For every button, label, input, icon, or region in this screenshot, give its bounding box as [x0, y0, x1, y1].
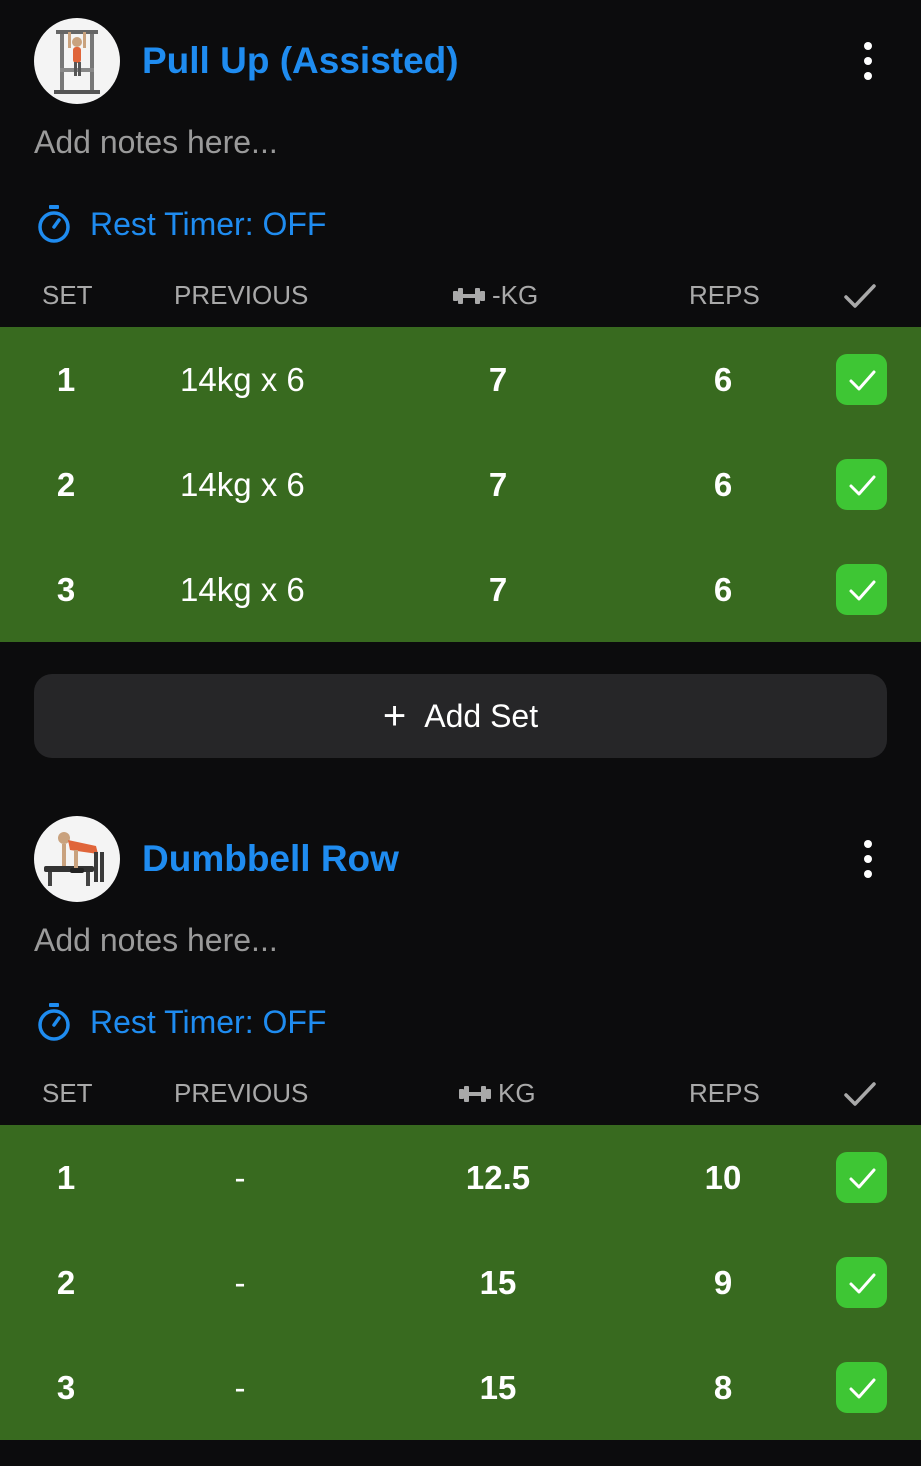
set-row: 3 14kg x 6 7 6 [0, 537, 921, 642]
rest-timer-label: Rest Timer: OFF [90, 205, 327, 242]
column-header-previous: PREVIOUS [174, 1078, 309, 1108]
previous-value[interactable]: - [170, 1369, 310, 1407]
exercise-header: Dumbbell Row [34, 816, 894, 902]
set-complete-checkbox[interactable] [836, 459, 887, 510]
weight-input[interactable]: 7 [440, 466, 556, 504]
weight-input[interactable]: 7 [440, 571, 556, 609]
set-complete-checkbox[interactable] [836, 1362, 887, 1413]
column-header-set: SET [42, 280, 93, 310]
sets-table: 1 - 12.5 10 2 - 15 9 3 - 15 8 [0, 1125, 921, 1440]
column-header-set: SET [42, 1078, 93, 1108]
set-number: 1 [56, 1159, 76, 1196]
set-row: 1 - 12.5 10 [0, 1125, 921, 1230]
more-options-icon[interactable] [856, 838, 880, 882]
column-header-weight: KG [458, 1078, 536, 1109]
check-icon [849, 1273, 875, 1293]
set-number: 3 [56, 1369, 76, 1406]
reps-input[interactable]: 6 [664, 571, 782, 609]
set-number: 3 [56, 571, 76, 608]
more-options-icon[interactable] [856, 40, 880, 84]
check-icon [849, 1378, 875, 1398]
exercise-thumbnail[interactable] [34, 18, 120, 104]
add-set-label: Add Set [424, 697, 539, 734]
exercise-title[interactable]: Pull Up (Assisted) [142, 40, 459, 82]
sets-table-header: SET PREVIOUS KG REPS [0, 1078, 921, 1114]
reps-input[interactable]: 8 [664, 1369, 782, 1407]
column-header-reps: REPS [689, 280, 760, 310]
set-row: 1 14kg x 6 7 6 [0, 327, 921, 432]
column-header-previous: PREVIOUS [174, 280, 309, 310]
set-row: 2 - 15 9 [0, 1230, 921, 1335]
sets-table: 1 14kg x 6 7 6 2 14kg x 6 7 6 3 14kg x 6… [0, 327, 921, 642]
previous-value[interactable]: 14kg x 6 [180, 361, 305, 399]
rest-timer-label: Rest Timer: OFF [90, 1003, 327, 1040]
previous-value[interactable]: - [170, 1264, 310, 1302]
reps-input[interactable]: 6 [664, 361, 782, 399]
stopwatch-icon [38, 1003, 70, 1041]
checkmark-header-icon [844, 1082, 876, 1106]
previous-value[interactable]: 14kg x 6 [180, 571, 305, 609]
exercise-thumbnail[interactable] [34, 816, 120, 902]
add-set-button[interactable]: + Add Set [34, 674, 887, 758]
sets-table-header: SET PREVIOUS -KG REPS [0, 280, 921, 316]
notes-field[interactable]: Add notes here... [34, 124, 278, 161]
dumbbell-icon [459, 1085, 491, 1102]
reps-input[interactable]: 9 [664, 1264, 782, 1302]
plus-icon: + [382, 694, 407, 738]
column-header-weight-label: -KG [492, 280, 539, 310]
check-icon [849, 580, 875, 600]
pull-up-machine-icon [54, 30, 100, 94]
reps-input[interactable]: 6 [664, 466, 782, 504]
reps-input[interactable]: 10 [664, 1159, 782, 1197]
checkmark-header-icon [844, 284, 876, 308]
set-number: 1 [56, 361, 76, 398]
rest-timer-button[interactable]: Rest Timer: OFF [36, 202, 326, 246]
rest-timer-button[interactable]: Rest Timer: OFF [36, 1000, 326, 1044]
check-icon [849, 1168, 875, 1188]
previous-value[interactable]: 14kg x 6 [180, 466, 305, 504]
weight-input[interactable]: 15 [440, 1369, 556, 1407]
column-header-weight-label: KG [498, 1078, 536, 1108]
column-header-reps: REPS [689, 1078, 760, 1108]
set-row: 3 - 15 8 [0, 1335, 921, 1440]
weight-input[interactable]: 12.5 [440, 1159, 556, 1197]
dumbbell-icon [453, 287, 485, 304]
dumbbell-row-figure-icon [44, 832, 104, 886]
set-complete-checkbox[interactable] [836, 1152, 887, 1203]
weight-input[interactable]: 15 [440, 1264, 556, 1302]
previous-value[interactable]: - [170, 1159, 310, 1197]
set-number: 2 [56, 1264, 76, 1301]
check-icon [849, 370, 875, 390]
set-number: 2 [56, 466, 76, 503]
set-complete-checkbox[interactable] [836, 564, 887, 615]
weight-input[interactable]: 7 [440, 361, 556, 399]
column-header-weight: -KG [452, 280, 538, 311]
exercise-title[interactable]: Dumbbell Row [142, 838, 399, 880]
set-complete-checkbox[interactable] [836, 354, 887, 405]
check-icon [849, 475, 875, 495]
set-row: 2 14kg x 6 7 6 [0, 432, 921, 537]
set-complete-checkbox[interactable] [836, 1257, 887, 1308]
exercise-header: Pull Up (Assisted) [34, 18, 894, 104]
stopwatch-icon [38, 205, 70, 243]
notes-field[interactable]: Add notes here... [34, 922, 278, 959]
